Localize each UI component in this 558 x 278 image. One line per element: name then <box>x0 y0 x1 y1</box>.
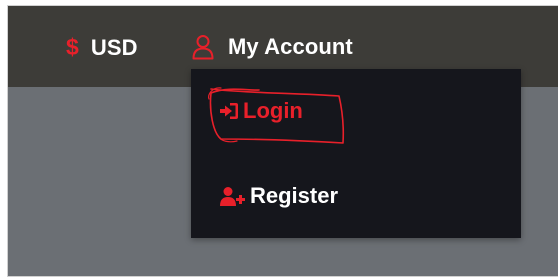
user-plus-icon <box>220 187 245 206</box>
register-link[interactable]: Register <box>220 183 338 209</box>
dollar-icon: $ <box>66 34 79 60</box>
login-label: Login <box>243 98 303 123</box>
user-icon <box>192 35 214 60</box>
currency-label: USD <box>90 34 138 60</box>
my-account-menu[interactable]: My Account <box>191 34 353 60</box>
page-frame: $ USD My Account Login Register <box>7 5 558 277</box>
account-dropdown: Login Register <box>191 69 521 238</box>
login-icon <box>220 103 238 119</box>
currency-selector[interactable]: $ USD <box>66 34 138 61</box>
login-link[interactable]: Login <box>219 98 303 124</box>
my-account-label: My Account <box>228 34 353 59</box>
register-label: Register <box>250 183 339 208</box>
